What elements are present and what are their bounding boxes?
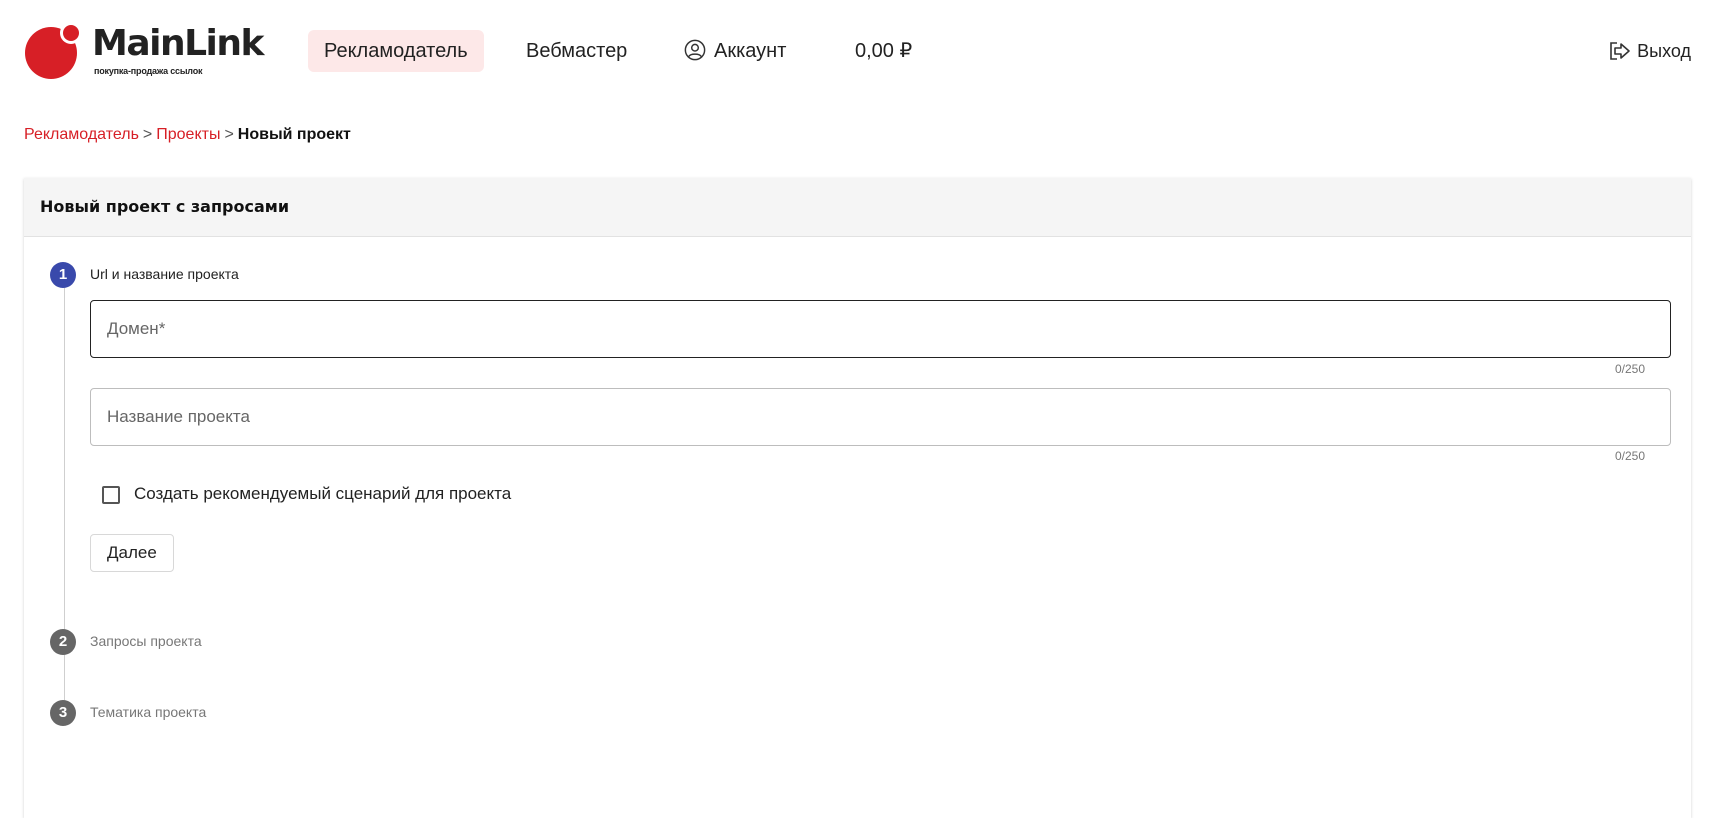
mainlink-logo[interactable]: MainLink покупка-продажа ссылок bbox=[24, 22, 264, 82]
step-2-number: 2 bbox=[50, 629, 76, 655]
step-2-label: Запросы проекта bbox=[90, 633, 202, 649]
account-icon bbox=[684, 39, 706, 61]
new-project-card: Новый проект с запросами 1 Url и названи… bbox=[24, 178, 1691, 818]
logo-tagline: покупка-продажа ссылок bbox=[94, 66, 203, 76]
step-3-label: Тематика проекта bbox=[90, 704, 207, 720]
logo-text: MainLink bbox=[92, 23, 264, 64]
breadcrumb-separator: > bbox=[142, 126, 153, 143]
exit-button[interactable]: Выход bbox=[1609, 30, 1691, 72]
nav-account[interactable]: Аккаунт bbox=[684, 30, 786, 72]
card-title: Новый проект с запросами bbox=[24, 178, 1691, 237]
step-1-label: Url и название проекта bbox=[90, 266, 239, 282]
step-3-number: 3 bbox=[50, 700, 76, 726]
breadcrumb-projects[interactable]: Проекты bbox=[156, 126, 220, 143]
exit-label: Выход bbox=[1637, 41, 1691, 61]
project-name-input[interactable] bbox=[91, 389, 1670, 445]
domain-counter: 0/250 bbox=[1614, 362, 1645, 376]
domain-input[interactable] bbox=[91, 301, 1670, 357]
nav-advertiser-label: Рекламодатель bbox=[324, 40, 468, 62]
breadcrumb-advertiser[interactable]: Рекламодатель bbox=[24, 126, 139, 143]
nav-webmaster-label: Вебмастер bbox=[526, 40, 628, 62]
breadcrumb: Рекламодатель > Проекты > Новый проект bbox=[24, 126, 351, 144]
project-name-field[interactable] bbox=[90, 388, 1671, 446]
next-button[interactable]: Далее bbox=[90, 534, 174, 572]
recommended-scenario-label: Создать рекомендуемый сценарий для проек… bbox=[134, 484, 512, 503]
domain-field[interactable] bbox=[90, 300, 1671, 358]
exit-icon bbox=[1610, 42, 1630, 60]
nav-account-label: Аккаунт bbox=[714, 40, 787, 62]
stepper-line bbox=[64, 270, 65, 668]
project-name-counter: 0/250 bbox=[1614, 449, 1645, 463]
recommended-scenario-option[interactable]: Создать рекомендуемый сценарий для проек… bbox=[102, 482, 511, 506]
top-header: MainLink покупка-продажа ссылок Рекламод… bbox=[0, 0, 1715, 100]
nav-advertiser[interactable]: Рекламодатель bbox=[308, 30, 484, 72]
balance[interactable]: 0,00 ₽ bbox=[855, 30, 912, 72]
step-1-number: 1 bbox=[50, 262, 76, 288]
recommended-scenario-checkbox[interactable] bbox=[102, 486, 120, 504]
logo-mark-icon bbox=[25, 22, 82, 79]
nav-webmaster[interactable]: Вебмастер bbox=[526, 30, 627, 72]
balance-value: 0,00 ₽ bbox=[855, 40, 913, 62]
breadcrumb-current: Новый проект bbox=[237, 126, 351, 143]
breadcrumb-separator: > bbox=[224, 126, 234, 143]
